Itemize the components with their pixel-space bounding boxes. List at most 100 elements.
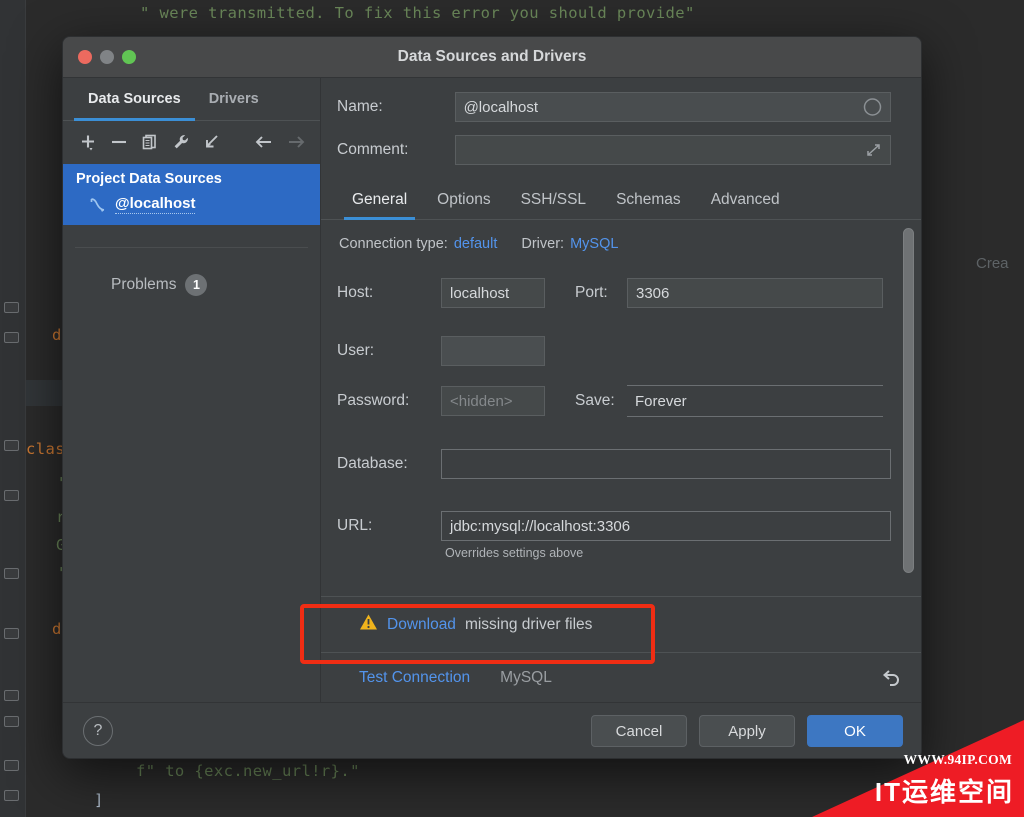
password-placeholder: <hidden> [450, 392, 513, 410]
save-select-value: Forever [635, 392, 687, 410]
driver-label: Driver: [521, 236, 565, 252]
driver-group: Driver: MySQL [521, 236, 618, 252]
url-input-value: jdbc:mysql://localhost:3306 [450, 517, 631, 535]
maximize-button[interactable] [122, 50, 136, 64]
comment-input[interactable] [454, 135, 891, 165]
remove-icon [111, 140, 126, 143]
remove-data-source-button[interactable] [104, 127, 133, 157]
cancel-button[interactable]: Cancel [591, 715, 687, 747]
download-driver-link[interactable]: Download [387, 616, 456, 634]
connection-type-group: Connection type: default [339, 236, 497, 252]
mysql-datasource-icon [89, 196, 115, 213]
import-data-sources-button[interactable] [197, 127, 226, 157]
code-line-bottom-1: f" to {exc.new_url!r}." [136, 762, 360, 780]
fold-marker[interactable] [4, 760, 19, 771]
port-input-value: 3306 [636, 284, 670, 302]
apply-button[interactable]: Apply [699, 715, 795, 747]
fold-marker[interactable] [4, 440, 19, 451]
tab-general[interactable]: General [337, 186, 422, 220]
url-row: URL: jdbc:mysql://localhost:3306 [337, 511, 921, 541]
wrench-icon [174, 134, 188, 148]
data-sources-tree: Project Data Sources @localhost Problems [63, 162, 320, 702]
test-connection-link[interactable]: Test Connection [359, 669, 470, 687]
fold-marker[interactable] [4, 628, 19, 639]
expand-icon[interactable] [865, 142, 882, 159]
tree-group-label: Project Data Sources [76, 171, 222, 187]
code-token-def: d [52, 326, 62, 344]
driver-value[interactable]: MySQL [570, 236, 618, 252]
fold-marker[interactable] [4, 568, 19, 579]
save-select[interactable]: Forever [627, 385, 883, 417]
color-circle-icon[interactable] [863, 98, 882, 117]
navigate-back-button[interactable] [250, 127, 279, 157]
connection-type-label: Connection type: [339, 236, 448, 252]
problems-count-badge: 1 [185, 274, 208, 296]
status-bar: Test Connection MySQL [321, 652, 921, 702]
tab-data-sources[interactable]: Data Sources [74, 78, 195, 121]
password-input[interactable]: <hidden> [441, 386, 545, 416]
window-controls [78, 50, 136, 64]
help-button[interactable]: ? [83, 716, 113, 746]
host-input[interactable]: localhost [441, 278, 545, 308]
data-sources-dialog: Data Sources and Drivers Data Sources Dr… [62, 36, 922, 759]
add-icon [81, 135, 94, 150]
code-token-def: d [52, 620, 62, 638]
sidebar: Data Sources Drivers Project Data Source… [63, 78, 321, 702]
dialog-footer: ? Cancel Apply OK [63, 702, 921, 758]
connection-summary-line: Connection type: default Driver: MySQL [337, 236, 921, 252]
tab-data-sources-label: Data Sources [88, 91, 181, 107]
duplicate-data-source-button[interactable] [135, 127, 164, 157]
fold-marker[interactable] [4, 716, 19, 727]
form-scrollbar[interactable] [903, 228, 914, 583]
name-field-row: Name: @localhost [337, 92, 891, 122]
navigate-forward-button[interactable] [281, 127, 310, 157]
help-button-label: ? [93, 722, 103, 739]
tab-ssh-ssl[interactable]: SSH/SSL [506, 186, 601, 219]
connection-type-value[interactable]: default [454, 236, 498, 252]
port-input[interactable]: 3306 [627, 278, 883, 308]
tab-advanced[interactable]: Advanced [696, 186, 795, 219]
sidebar-item-problems[interactable]: Problems 1 [63, 248, 320, 296]
tab-options-label: Options [437, 191, 491, 208]
user-input[interactable] [441, 336, 545, 366]
url-label: URL: [337, 517, 373, 534]
tab-ssh-ssl-label: SSH/SSL [520, 191, 587, 208]
fold-marker[interactable] [4, 332, 19, 343]
url-input[interactable]: jdbc:mysql://localhost:3306 [441, 511, 891, 541]
form-scrollbar-thumb[interactable] [903, 228, 914, 573]
driver-notice: Download missing driver files [321, 596, 921, 652]
watermark: WWW.94IP.COM IT运维空间 [812, 720, 1024, 817]
host-label: Host: [337, 284, 374, 301]
tree-group-project-data-sources[interactable]: Project Data Sources [63, 164, 320, 190]
revert-icon [882, 669, 899, 686]
apply-button-label: Apply [728, 722, 766, 740]
database-row: Database: [337, 449, 921, 479]
arrow-right-icon [288, 135, 304, 148]
header-fields: Name: @localhost Comment: [321, 78, 921, 178]
sidebar-tabs: Data Sources Drivers [63, 78, 320, 121]
name-input[interactable]: @localhost [454, 92, 891, 122]
name-input-value: @localhost [463, 98, 538, 116]
database-input[interactable] [441, 449, 891, 479]
close-button[interactable] [78, 50, 92, 64]
user-label: User: [337, 342, 375, 359]
problems-label: Problems [111, 276, 177, 293]
tab-drivers[interactable]: Drivers [195, 78, 273, 120]
tab-schemas[interactable]: Schemas [601, 186, 696, 219]
fold-marker[interactable] [4, 690, 19, 701]
minimize-button[interactable] [100, 50, 114, 64]
port-label: Port: [575, 284, 608, 301]
general-tab-content: Connection type: default Driver: MySQL H… [321, 220, 921, 596]
tab-options[interactable]: Options [422, 186, 505, 219]
host-port-row: Host: localhost Port: 3306 [337, 278, 921, 308]
url-hint: Overrides settings above [445, 546, 584, 560]
sidebar-item-localhost[interactable]: @localhost [63, 190, 320, 225]
comment-field-row: Comment: [337, 135, 891, 165]
duplicate-icon [142, 134, 156, 149]
edit-driver-button[interactable] [166, 127, 195, 157]
revert-button[interactable] [879, 666, 903, 690]
fold-marker[interactable] [4, 490, 19, 501]
fold-marker[interactable] [4, 302, 19, 313]
add-data-source-button[interactable] [73, 127, 102, 157]
fold-marker[interactable] [4, 790, 19, 801]
